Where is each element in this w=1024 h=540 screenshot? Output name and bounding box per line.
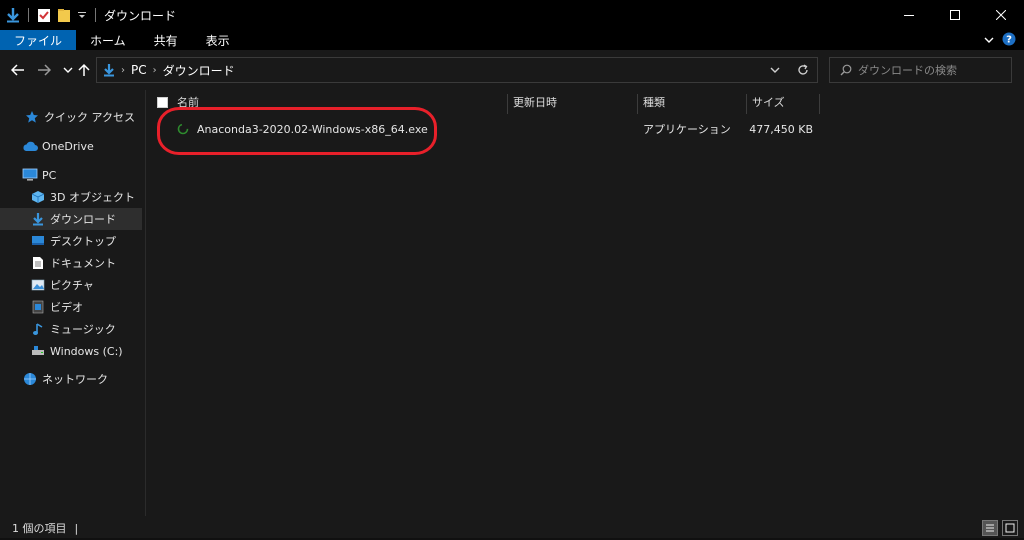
- toolbar-separator: [28, 8, 29, 22]
- video-icon: [30, 299, 46, 315]
- column-divider[interactable]: [746, 94, 747, 114]
- window-title: ダウンロード: [104, 8, 177, 23]
- column-divider[interactable]: [819, 94, 820, 114]
- desktop-icon: [30, 233, 46, 249]
- file-list: 名前 更新日時 種類 サイズ Anaconda3-2020.02-Windows…: [147, 90, 1024, 516]
- sidebar-item-label: OneDrive: [42, 139, 94, 153]
- sidebar-item-pictures[interactable]: ピクチャ: [0, 274, 142, 296]
- breadcrumb-chevron: ›: [152, 64, 157, 76]
- download-icon: [30, 211, 46, 227]
- search-icon: [840, 64, 852, 76]
- sidebar-item-label: ドキュメント: [50, 257, 116, 270]
- sidebar-item-label: ビデオ: [50, 301, 83, 314]
- title-bar: ダウンロード: [0, 0, 1024, 30]
- address-bar[interactable]: › PC › ダウンロード: [96, 57, 818, 83]
- sidebar-item-label: Windows (C:): [50, 344, 123, 358]
- sidebar-item-desktop[interactable]: デスクトップ: [0, 230, 142, 252]
- navigation-bar: › PC › ダウンロード: [0, 50, 1024, 90]
- music-icon: [30, 321, 46, 337]
- sidebar-item-label: ピクチャ: [50, 279, 94, 292]
- file-name-cell[interactable]: Anaconda3-2020.02-Windows-x86_64.exe: [177, 118, 428, 140]
- sidebar-item-drive-c[interactable]: Windows (C:): [0, 340, 142, 362]
- up-button[interactable]: [74, 60, 94, 80]
- cube-icon: [30, 189, 46, 205]
- toolbar-separator: [95, 8, 96, 22]
- column-header-type[interactable]: 種類: [643, 90, 665, 114]
- download-icon[interactable]: [6, 0, 20, 30]
- breadcrumb-downloads[interactable]: ダウンロード: [163, 62, 235, 79]
- close-button[interactable]: [978, 0, 1024, 30]
- sidebar-item-music[interactable]: ミュージック: [0, 318, 142, 340]
- sidebar-item-network[interactable]: ネットワーク: [0, 368, 142, 390]
- expand-ribbon-icon[interactable]: [984, 33, 994, 47]
- properties-icon[interactable]: [37, 0, 51, 30]
- svg-text:?: ?: [1006, 34, 1012, 45]
- address-dropdown-button[interactable]: [761, 58, 789, 82]
- window-controls: [886, 0, 1024, 30]
- sidebar-item-label: 3D オブジェクト: [50, 191, 135, 204]
- tab-home[interactable]: ホーム: [76, 30, 140, 50]
- new-folder-icon[interactable]: [57, 0, 71, 30]
- ribbon-tabs: ファイル ホーム 共有 表示 ?: [0, 30, 1024, 50]
- breadcrumb-pc[interactable]: PC: [131, 63, 147, 77]
- column-divider[interactable]: [637, 94, 638, 114]
- navigation-pane: クイック アクセス OneDrive PC 3D オブジェクト ダウンロード デ…: [0, 90, 146, 516]
- column-header-name[interactable]: 名前: [177, 90, 199, 114]
- minimize-button[interactable]: [886, 0, 932, 30]
- sidebar-item-label: ネットワーク: [42, 373, 108, 386]
- file-size-cell: 477,450 KB: [749, 122, 813, 136]
- item-count: 1 個の項目: [12, 522, 67, 535]
- customize-toolbar-icon[interactable]: [77, 0, 87, 30]
- details-view-button[interactable]: [982, 520, 998, 536]
- sidebar-item-pc[interactable]: PC: [0, 164, 142, 186]
- breadcrumb-chevron: ›: [121, 64, 125, 76]
- table-row[interactable]: Anaconda3-2020.02-Windows-x86_64.exe アプリ…: [147, 118, 827, 140]
- sidebar-item-label: デスクトップ: [50, 235, 116, 248]
- status-separator: |: [74, 521, 79, 535]
- tab-share[interactable]: 共有: [140, 30, 192, 50]
- picture-icon: [30, 277, 46, 293]
- star-icon: [24, 109, 40, 125]
- file-type-cell: アプリケーション: [643, 123, 731, 136]
- maximize-button[interactable]: [932, 0, 978, 30]
- quick-access-toolbar: [0, 0, 98, 30]
- sidebar-item-label: ダウンロード: [50, 213, 116, 226]
- document-icon: [30, 255, 46, 271]
- back-button[interactable]: [8, 60, 28, 80]
- refresh-button[interactable]: [789, 58, 817, 82]
- download-icon: [103, 63, 115, 77]
- large-icons-view-button[interactable]: [1002, 520, 1018, 536]
- file-name: Anaconda3-2020.02-Windows-x86_64.exe: [197, 122, 428, 136]
- column-header-modified[interactable]: 更新日時: [513, 90, 557, 114]
- sidebar-item-label: クイック アクセス: [44, 111, 135, 124]
- pc-icon: [22, 167, 38, 183]
- help-icon[interactable]: ?: [1002, 32, 1016, 49]
- sidebar-item-onedrive[interactable]: OneDrive: [0, 135, 142, 157]
- select-all-checkbox[interactable]: [157, 97, 168, 108]
- sidebar-item-label: ミュージック: [50, 323, 116, 336]
- sidebar-item-quick-access[interactable]: クイック アクセス: [0, 106, 142, 128]
- sidebar-item-documents[interactable]: ドキュメント: [0, 252, 142, 274]
- tab-view[interactable]: 表示: [192, 30, 244, 50]
- drive-icon: [30, 343, 46, 359]
- loading-spinner-icon: [177, 123, 189, 135]
- tab-file[interactable]: ファイル: [0, 30, 77, 50]
- sidebar-item-3d-objects[interactable]: 3D オブジェクト: [0, 186, 142, 208]
- forward-button[interactable]: [34, 60, 54, 80]
- cloud-icon: [22, 138, 38, 154]
- network-icon: [22, 371, 38, 387]
- sidebar-item-videos[interactable]: ビデオ: [0, 296, 142, 318]
- search-box[interactable]: [829, 57, 1012, 83]
- sidebar-item-downloads[interactable]: ダウンロード: [0, 208, 142, 230]
- sidebar-item-label: PC: [42, 168, 57, 182]
- column-header-size[interactable]: サイズ: [752, 90, 785, 114]
- column-divider[interactable]: [507, 94, 508, 114]
- status-bar: 1 個の項目 |: [0, 516, 1024, 540]
- search-input[interactable]: [858, 63, 1008, 77]
